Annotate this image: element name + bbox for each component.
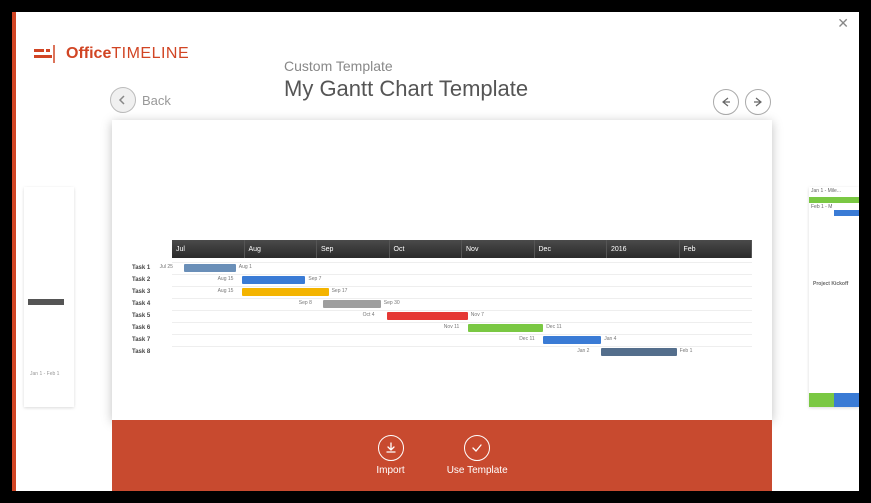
task-label: Task 7 xyxy=(132,337,172,343)
gantt-bar xyxy=(468,324,543,332)
bar-start-label: Aug 15 xyxy=(218,276,234,282)
logo-text: OfficeTIMELINE xyxy=(66,45,189,63)
task-label: Task 5 xyxy=(132,313,172,319)
next-thumbnail[interactable]: Jan 1 - Mile... Feb 1 - M Project Kickof… xyxy=(809,187,859,407)
bar-end-label: Feb 1 xyxy=(680,348,693,354)
import-button[interactable]: Import xyxy=(376,435,404,476)
gantt-bar xyxy=(242,288,329,296)
next-thumb-lbl1: Jan 1 - Mile... xyxy=(811,188,841,194)
gantt-bar xyxy=(184,264,236,272)
task-track: Nov 11 Dec 11 xyxy=(172,322,752,334)
task-row: Task 4 Sep 8 Sep 30 xyxy=(132,298,752,310)
task-row: Task 3 Aug 15 Sep 17 xyxy=(132,286,752,298)
month-cell: Aug xyxy=(245,240,318,258)
month-cell: Feb xyxy=(680,240,753,258)
bar-end-label: Sep 30 xyxy=(384,300,400,306)
back-arrow-icon xyxy=(110,87,136,113)
task-track: Oct 4 Nov 7 xyxy=(172,310,752,322)
month-cell: Oct xyxy=(390,240,463,258)
page-title: My Gantt Chart Template xyxy=(284,76,528,102)
task-row: Task 7 Dec 11 Jan 4 xyxy=(132,334,752,346)
use-template-label: Use Template xyxy=(447,465,508,476)
bar-end-label: Nov 7 xyxy=(471,312,484,318)
bar-end-label: Jan 4 xyxy=(604,336,616,342)
bar-start-label: Dec 11 xyxy=(519,336,534,342)
prev-thumb-text: Jan 1 - Feb 1 xyxy=(30,371,59,377)
month-cell: Sep xyxy=(317,240,390,258)
task-row: Task 1Jul 25Aug 1 xyxy=(132,262,752,274)
task-rows: Task 1Jul 25Aug 1Task 2Aug 15Sep 7Task 3… xyxy=(132,262,752,358)
task-label: Task 3 xyxy=(132,289,172,295)
close-icon[interactable]: ✕ xyxy=(837,15,849,32)
task-row: Task 6 Nov 11 Dec 11 xyxy=(132,322,752,334)
bar-end-label: Aug 1 xyxy=(239,264,252,270)
header-block: Custom Template My Gantt Chart Template xyxy=(284,58,528,102)
use-template-button[interactable]: Use Template xyxy=(447,435,508,476)
gantt-bar xyxy=(387,312,468,320)
task-label: Task 4 xyxy=(132,301,172,307)
bar-start-label: Jul 25 xyxy=(160,264,173,270)
logo-office: Office xyxy=(66,45,111,62)
task-track: Jan 2 Feb 1 xyxy=(172,346,752,358)
bar-start-label: Aug 15 xyxy=(218,288,234,294)
month-cell: 2016 xyxy=(607,240,680,258)
bar-start-label: Oct 4 xyxy=(363,312,375,318)
next-thumb-title: Project Kickoff xyxy=(813,281,848,287)
next-button[interactable] xyxy=(745,89,771,115)
check-icon xyxy=(464,435,490,461)
bar-end-label: Dec 11 xyxy=(546,324,561,330)
task-track: Jul 25Aug 1 xyxy=(172,262,752,274)
task-track: Aug 15 Sep 17 xyxy=(172,286,752,298)
bar-end-label: Sep 7 xyxy=(308,276,321,282)
gantt-bar xyxy=(543,336,601,344)
next-thumb-lbl2: Feb 1 - M xyxy=(811,204,832,210)
month-cell: Dec xyxy=(535,240,608,258)
back-label: Back xyxy=(142,93,171,108)
task-track: Sep 8 Sep 30 xyxy=(172,298,752,310)
nav-arrows xyxy=(713,89,771,115)
logo: OfficeTIMELINE xyxy=(34,45,189,63)
task-row: Task 2 Aug 15 Sep 7 xyxy=(132,274,752,286)
logo-timeline: TIMELINE xyxy=(111,45,189,62)
prev-button[interactable] xyxy=(713,89,739,115)
gantt-bar xyxy=(242,276,306,284)
bar-start-label: Jan 2 xyxy=(577,348,589,354)
timeline-header: JulAugSepOctNovDec2016Feb xyxy=(172,240,752,258)
task-row: Task 8 Jan 2 Feb 1 xyxy=(132,346,752,358)
bar-start-label: Nov 11 xyxy=(444,324,459,330)
task-label: Task 6 xyxy=(132,325,172,331)
download-icon xyxy=(378,435,404,461)
task-track: Dec 11 Jan 4 xyxy=(172,334,752,346)
import-label: Import xyxy=(376,465,404,476)
gantt-chart: JulAugSepOctNovDec2016Feb Task 1Jul 25Au… xyxy=(132,240,752,358)
task-label: Task 2 xyxy=(132,277,172,283)
prev-thumbnail[interactable]: Jan 1 - Feb 1 xyxy=(24,187,74,407)
month-cell: Jul xyxy=(172,240,245,258)
template-preview: JulAugSepOctNovDec2016Feb Task 1Jul 25Au… xyxy=(112,120,772,420)
month-cell: Nov xyxy=(462,240,535,258)
back-button[interactable]: Back xyxy=(110,87,171,113)
gantt-bar xyxy=(323,300,381,308)
bar-end-label: Sep 17 xyxy=(332,288,348,294)
gantt-bar xyxy=(601,348,676,356)
action-bar: Import Use Template xyxy=(112,420,772,491)
accent-stripe xyxy=(12,12,16,491)
task-track: Aug 15 Sep 7 xyxy=(172,274,752,286)
task-row: Task 5 Oct 4 Nov 7 xyxy=(132,310,752,322)
task-label: Task 8 xyxy=(132,349,172,355)
logo-icon xyxy=(34,45,60,63)
breadcrumb: Custom Template xyxy=(284,58,528,74)
bar-start-label: Sep 8 xyxy=(299,300,312,306)
